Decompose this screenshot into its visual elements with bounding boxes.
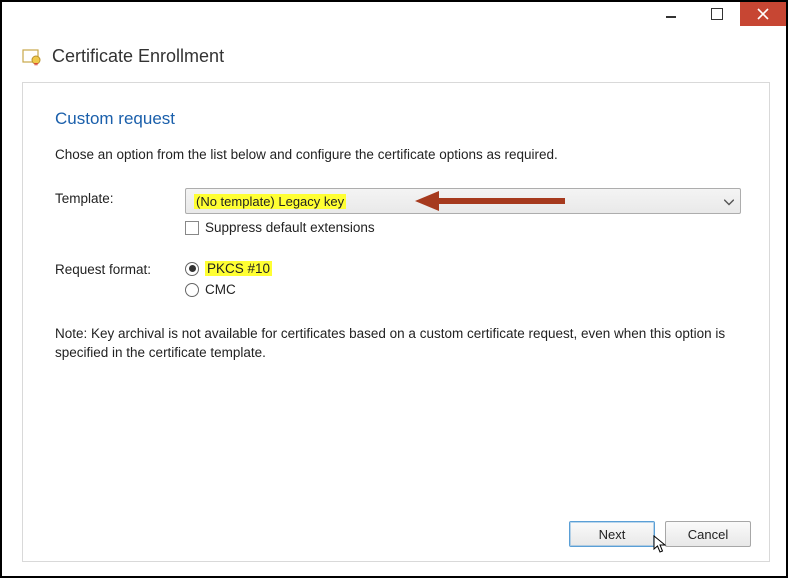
section-heading: Custom request <box>55 109 741 129</box>
note-text: Note: Key archival is not available for … <box>55 325 735 363</box>
radio-label: CMC <box>205 282 236 297</box>
chevron-down-icon <box>724 194 734 209</box>
radio-label: PKCS #10 <box>205 261 272 276</box>
wizard-panel: Custom request Chose an option from the … <box>22 82 770 562</box>
titlebar <box>2 2 786 32</box>
checkbox-icon <box>185 221 199 235</box>
template-dropdown[interactable]: (No template) Legacy key <box>185 188 741 214</box>
suppress-extensions-checkbox[interactable]: Suppress default extensions <box>185 220 741 235</box>
radio-icon <box>185 262 199 276</box>
request-format-group: PKCS #10 CMC <box>185 259 741 303</box>
maximize-button[interactable] <box>694 2 740 26</box>
radio-icon <box>185 283 199 297</box>
template-label: Template: <box>55 188 185 206</box>
instruction-text: Chose an option from the list below and … <box>55 147 741 162</box>
radio-pkcs10[interactable]: PKCS #10 <box>185 261 741 276</box>
window-title: Certificate Enrollment <box>52 46 224 67</box>
button-row: Next Cancel <box>569 521 751 547</box>
request-format-label: Request format: <box>55 259 185 277</box>
minimize-button[interactable] <box>648 2 694 26</box>
close-button[interactable] <box>740 2 786 26</box>
template-row: Template: (No template) Legacy key Suppr… <box>55 188 741 235</box>
next-button-label: Next <box>599 527 626 542</box>
radio-cmc[interactable]: CMC <box>185 282 741 297</box>
next-button[interactable]: Next <box>569 521 655 547</box>
cancel-button-label: Cancel <box>688 527 728 542</box>
certificate-icon <box>22 47 42 67</box>
request-format-row: Request format: PKCS #10 CMC <box>55 259 741 303</box>
header: Certificate Enrollment <box>2 32 786 75</box>
cancel-button[interactable]: Cancel <box>665 521 751 547</box>
suppress-label: Suppress default extensions <box>205 220 375 235</box>
template-selected-value: (No template) Legacy key <box>194 194 346 209</box>
